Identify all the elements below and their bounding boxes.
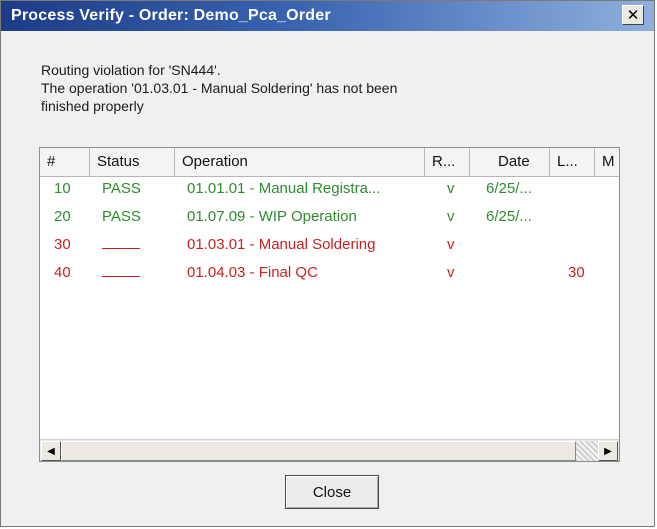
column-header-r[interactable]: R... bbox=[425, 148, 470, 176]
column-header-number[interactable]: # bbox=[40, 148, 90, 176]
title-bar[interactable]: Process Verify - Order: Demo_Pca_Order ✕ bbox=[1, 1, 654, 31]
column-header-m[interactable]: M bbox=[595, 148, 619, 176]
table-row[interactable]: 10 PASS 01.01.01 - Manual Registra... v 6/25… bbox=[40, 177, 619, 200]
close-icon: ✕ bbox=[626, 6, 640, 24]
message-line-2: The operation '01.03.01 - Manual Solderi… bbox=[41, 80, 398, 96]
cell-operation: 01.01.01 - Manual Registra... bbox=[187, 180, 381, 197]
list-header: # Status Operation R... Date L... M bbox=[40, 148, 619, 177]
cell-num: 10 bbox=[54, 180, 71, 197]
cell-status: PASS bbox=[102, 180, 141, 197]
column-header-date[interactable]: Date bbox=[470, 148, 550, 176]
message-line-3: finished properly bbox=[41, 98, 144, 114]
column-header-operation[interactable]: Operation bbox=[175, 148, 425, 176]
table-row[interactable]: 40 01.04.03 - Final QC v 30 bbox=[40, 261, 619, 284]
table-row[interactable]: 20 PASS 01.07.09 - WIP Operation v 6/25/... bbox=[40, 205, 619, 228]
cell-operation: 01.04.03 - Final QC bbox=[187, 264, 318, 281]
cell-status: PASS bbox=[102, 208, 141, 225]
column-header-l[interactable]: L... bbox=[550, 148, 595, 176]
operations-list[interactable]: # Status Operation R... Date L... M 10 PA… bbox=[39, 147, 620, 462]
table-row[interactable]: 30 01.03.01 - Manual Soldering v bbox=[40, 233, 619, 256]
cell-num: 20 bbox=[54, 208, 71, 225]
violation-message: Routing violation for 'SN444'. The opera… bbox=[41, 61, 397, 115]
window-title: Process Verify - Order: Demo_Pca_Order bbox=[11, 7, 331, 24]
scroll-left-button[interactable]: ◀ bbox=[41, 441, 61, 461]
cell-r: v bbox=[447, 236, 455, 253]
scroll-thumb[interactable] bbox=[61, 441, 576, 461]
scroll-track[interactable] bbox=[576, 441, 598, 461]
status-empty-line bbox=[102, 262, 140, 277]
process-verify-dialog: Process Verify - Order: Demo_Pca_Order ✕… bbox=[0, 0, 655, 527]
cell-status bbox=[102, 261, 140, 284]
cell-date: 6/25/... bbox=[486, 180, 532, 197]
cell-status bbox=[102, 233, 140, 256]
message-line-1: Routing violation for 'SN444'. bbox=[41, 62, 221, 78]
cell-l: 30 bbox=[568, 264, 585, 281]
cell-num: 40 bbox=[54, 264, 71, 281]
cell-operation: 01.03.01 - Manual Soldering bbox=[187, 236, 376, 253]
cell-num: 30 bbox=[54, 236, 71, 253]
cell-r: v bbox=[447, 180, 455, 197]
window-close-button[interactable]: ✕ bbox=[622, 5, 644, 25]
cell-r: v bbox=[447, 208, 455, 225]
cell-operation: 01.07.09 - WIP Operation bbox=[187, 208, 357, 225]
horizontal-scrollbar[interactable]: ◀ ▶ bbox=[40, 439, 619, 461]
cell-r: v bbox=[447, 264, 455, 281]
column-header-status[interactable]: Status bbox=[90, 148, 175, 176]
scroll-right-button[interactable]: ▶ bbox=[598, 441, 618, 461]
status-empty-line bbox=[102, 234, 140, 249]
arrow-left-icon: ◀ bbox=[47, 445, 55, 457]
cell-date: 6/25/... bbox=[486, 208, 532, 225]
arrow-right-icon: ▶ bbox=[604, 445, 612, 457]
close-button[interactable]: Close bbox=[285, 475, 379, 509]
